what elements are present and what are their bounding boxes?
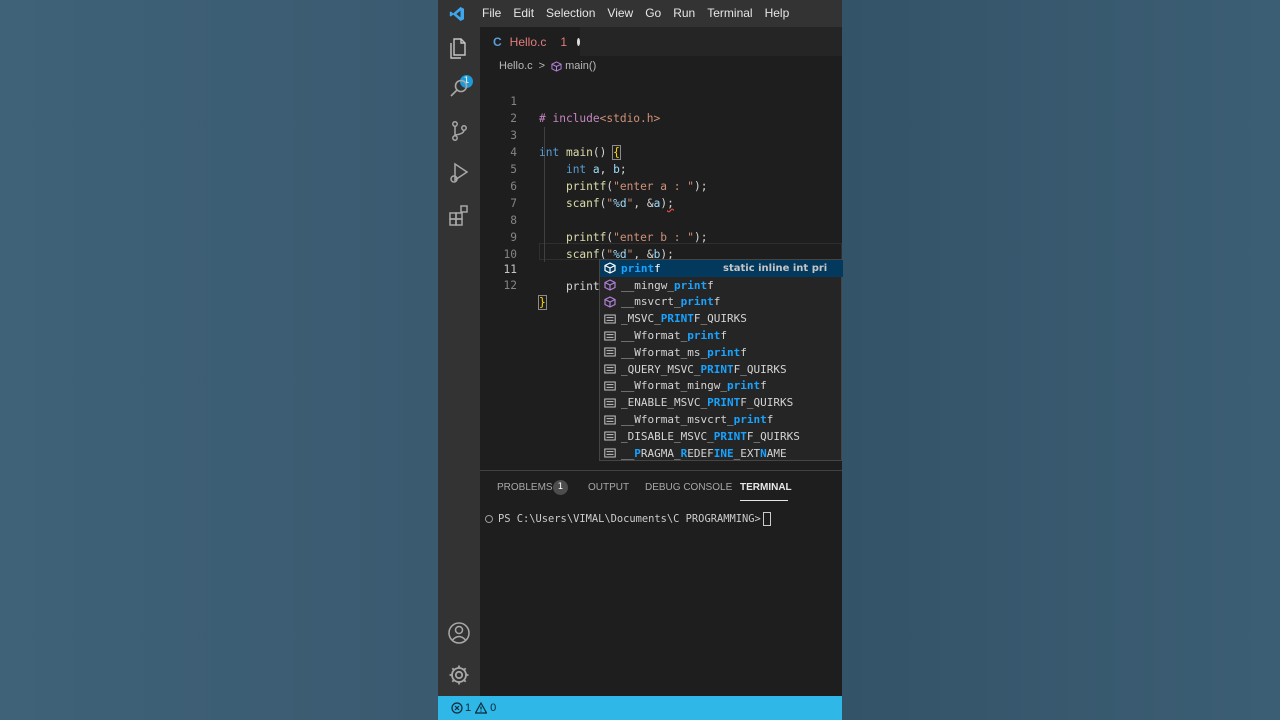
text-symbol-icon	[604, 364, 616, 374]
suggestion-widget: __PRAGMA_REDEFINE_EXTNAME _DISABLE_MSVC_P…	[599, 259, 843, 462]
menu-go[interactable]: Go	[639, 0, 667, 27]
text-symbol-icon	[604, 381, 616, 391]
suggestion-label: __Wformat_msvcrt_printf	[621, 413, 774, 427]
suggestion-item[interactable]: __Wformat_msvcrt_printf	[600, 411, 843, 428]
text-symbol-icon	[604, 431, 616, 441]
suggestion-item[interactable]: _QUERY_MSVC_PRINTF_QUIRKS	[600, 361, 843, 378]
text-symbol-icon	[604, 347, 616, 357]
menu-view[interactable]: View	[601, 0, 639, 27]
error-count: 1	[465, 702, 472, 714]
active-tab-underline	[740, 500, 788, 501]
status-bar: 1 0	[438, 696, 842, 720]
method-cube-icon	[604, 262, 616, 275]
files-icon[interactable]	[446, 35, 472, 61]
error-icon	[451, 702, 463, 714]
unsaved-dot-icon[interactable]	[577, 37, 580, 46]
suggestion-item[interactable]: __PRAGMA_REDEFINE_EXTNAME	[600, 445, 843, 462]
suggestion-item[interactable]: __Wformat_printf	[600, 327, 843, 344]
suggestion-item[interactable]: _DISABLE_MSVC_PRINTF_QUIRKS	[600, 428, 843, 445]
code-line: 9 scanf("%d", &b);	[480, 212, 842, 261]
suggestion-label: _MSVC_PRINTF_QUIRKS	[621, 312, 747, 326]
suggestion-item[interactable]: __msvcrt_printf	[600, 294, 843, 311]
warning-icon	[475, 702, 488, 714]
breadcrumb: Hello.c > main()	[480, 56, 842, 76]
menu-file[interactable]: File	[476, 0, 507, 27]
command-decoration-icon	[485, 515, 493, 523]
method-cube-icon	[604, 296, 616, 308]
suggestion-label: __mingw_printf	[621, 278, 714, 292]
suggestion-label: _ENABLE_MSVC_PRINTF_QUIRKS	[621, 396, 794, 410]
vscode-logo-icon	[438, 0, 476, 27]
breadcrumb-file[interactable]: Hello.c	[499, 60, 533, 72]
method-cube-icon	[604, 279, 616, 291]
extensions-icon[interactable]	[446, 202, 472, 228]
settings-gear-icon[interactable]	[446, 662, 472, 688]
suggestion-detail: static inline int pri	[723, 263, 828, 274]
terminal-output[interactable]: PS C:\Users\VIMAL\Documents\C PROGRAMMIN…	[485, 512, 771, 526]
suggestion-label: __Wformat_ms_printf	[621, 345, 747, 359]
c-file-icon: C	[493, 34, 502, 49]
activity-bar: 1	[438, 27, 480, 696]
code-line: 2	[480, 93, 842, 125]
text-symbol-icon	[604, 448, 616, 458]
suggestion-label: _DISABLE_MSVC_PRINTF_QUIRKS	[621, 429, 800, 443]
suggestion-label: __Wformat_printf	[621, 329, 727, 343]
terminal-prompt: PS C:\Users\VIMAL\Documents\C PROGRAMMIN…	[498, 513, 761, 525]
warning-count: 0	[490, 702, 497, 714]
text-symbol-icon	[604, 331, 616, 341]
menu-run[interactable]: Run	[667, 0, 701, 27]
suggestion-label: printf	[621, 261, 661, 275]
text-symbol-icon	[604, 314, 616, 324]
method-cube-icon	[551, 60, 562, 72]
run-debug-icon[interactable]	[446, 160, 472, 186]
line-number: 12	[503, 279, 517, 292]
menu-edit[interactable]: Edit	[507, 0, 540, 27]
suggestion-label: __msvcrt_printf	[621, 295, 721, 309]
code-line: 4 int a, b;	[480, 127, 842, 176]
text-symbol-icon	[604, 398, 616, 408]
code-line: 3 int main() {	[480, 110, 842, 160]
terminal-cursor	[762, 512, 771, 526]
source-control-icon[interactable]	[446, 118, 472, 144]
breadcrumb-separator: >	[538, 60, 546, 72]
menu-terminal[interactable]: Terminal	[701, 0, 758, 27]
tab-file-name: Hello.c	[509, 34, 547, 49]
tab-hello-c[interactable]: C Hello.c 1	[480, 27, 580, 56]
suggestion-label: _QUERY_MSVC_PRINTF_QUIRKS	[621, 362, 787, 376]
suggestion-item[interactable]: _MSVC_PRINTF_QUIRKS	[600, 310, 843, 327]
menu-help[interactable]: Help	[759, 0, 796, 27]
code-line: 1 # include<stdio.h>	[480, 76, 842, 125]
problems-status[interactable]: 1 0	[451, 702, 496, 714]
code-line: 5 printf("enter a : ");	[480, 144, 842, 193]
suggestion-item[interactable]: __mingw_printf	[600, 277, 843, 294]
suggestion-item[interactable]: __Wformat_ms_printf	[600, 344, 843, 361]
problems-badge: 1	[553, 480, 568, 495]
tab-debug-console[interactable]: DEBUG CONSOLE	[645, 482, 732, 493]
bottom-panel: PROBLEMS 1 OUTPUT DEBUG CONSOLE TERMINAL…	[480, 470, 842, 697]
code-line: 6 scanf("%d", &a);	[480, 161, 842, 210]
tab-problems[interactable]: PROBLEMS	[497, 482, 553, 493]
tab-output[interactable]: OUTPUT	[588, 482, 629, 493]
suggestion-item[interactable]: _ENABLE_MSVC_PRINTF_QUIRKS	[600, 394, 843, 411]
code-line: 7	[480, 178, 842, 210]
suggestion-label: __Wformat_mingw_printf	[621, 379, 767, 393]
account-icon[interactable]	[446, 620, 472, 646]
tab-terminal[interactable]: TERMINAL	[740, 482, 792, 493]
text-symbol-icon	[604, 415, 616, 425]
search-icon[interactable]	[446, 76, 472, 102]
suggestion-item[interactable]: __Wformat_mingw_printf	[600, 378, 843, 395]
menu-selection[interactable]: Selection	[540, 0, 601, 27]
tab-problem-count: 1	[560, 34, 568, 49]
code-line: 8 printf("enter b : ");	[480, 195, 842, 244]
breadcrumb-symbol[interactable]: main()	[565, 60, 596, 72]
suggestion-label: __PRAGMA_REDEFINE_EXTNAME	[621, 446, 787, 460]
menu-bar: File Edit Selection View Go Run Terminal…	[438, 0, 842, 27]
editor-tab-bar: C Hello.c 1	[480, 27, 842, 56]
